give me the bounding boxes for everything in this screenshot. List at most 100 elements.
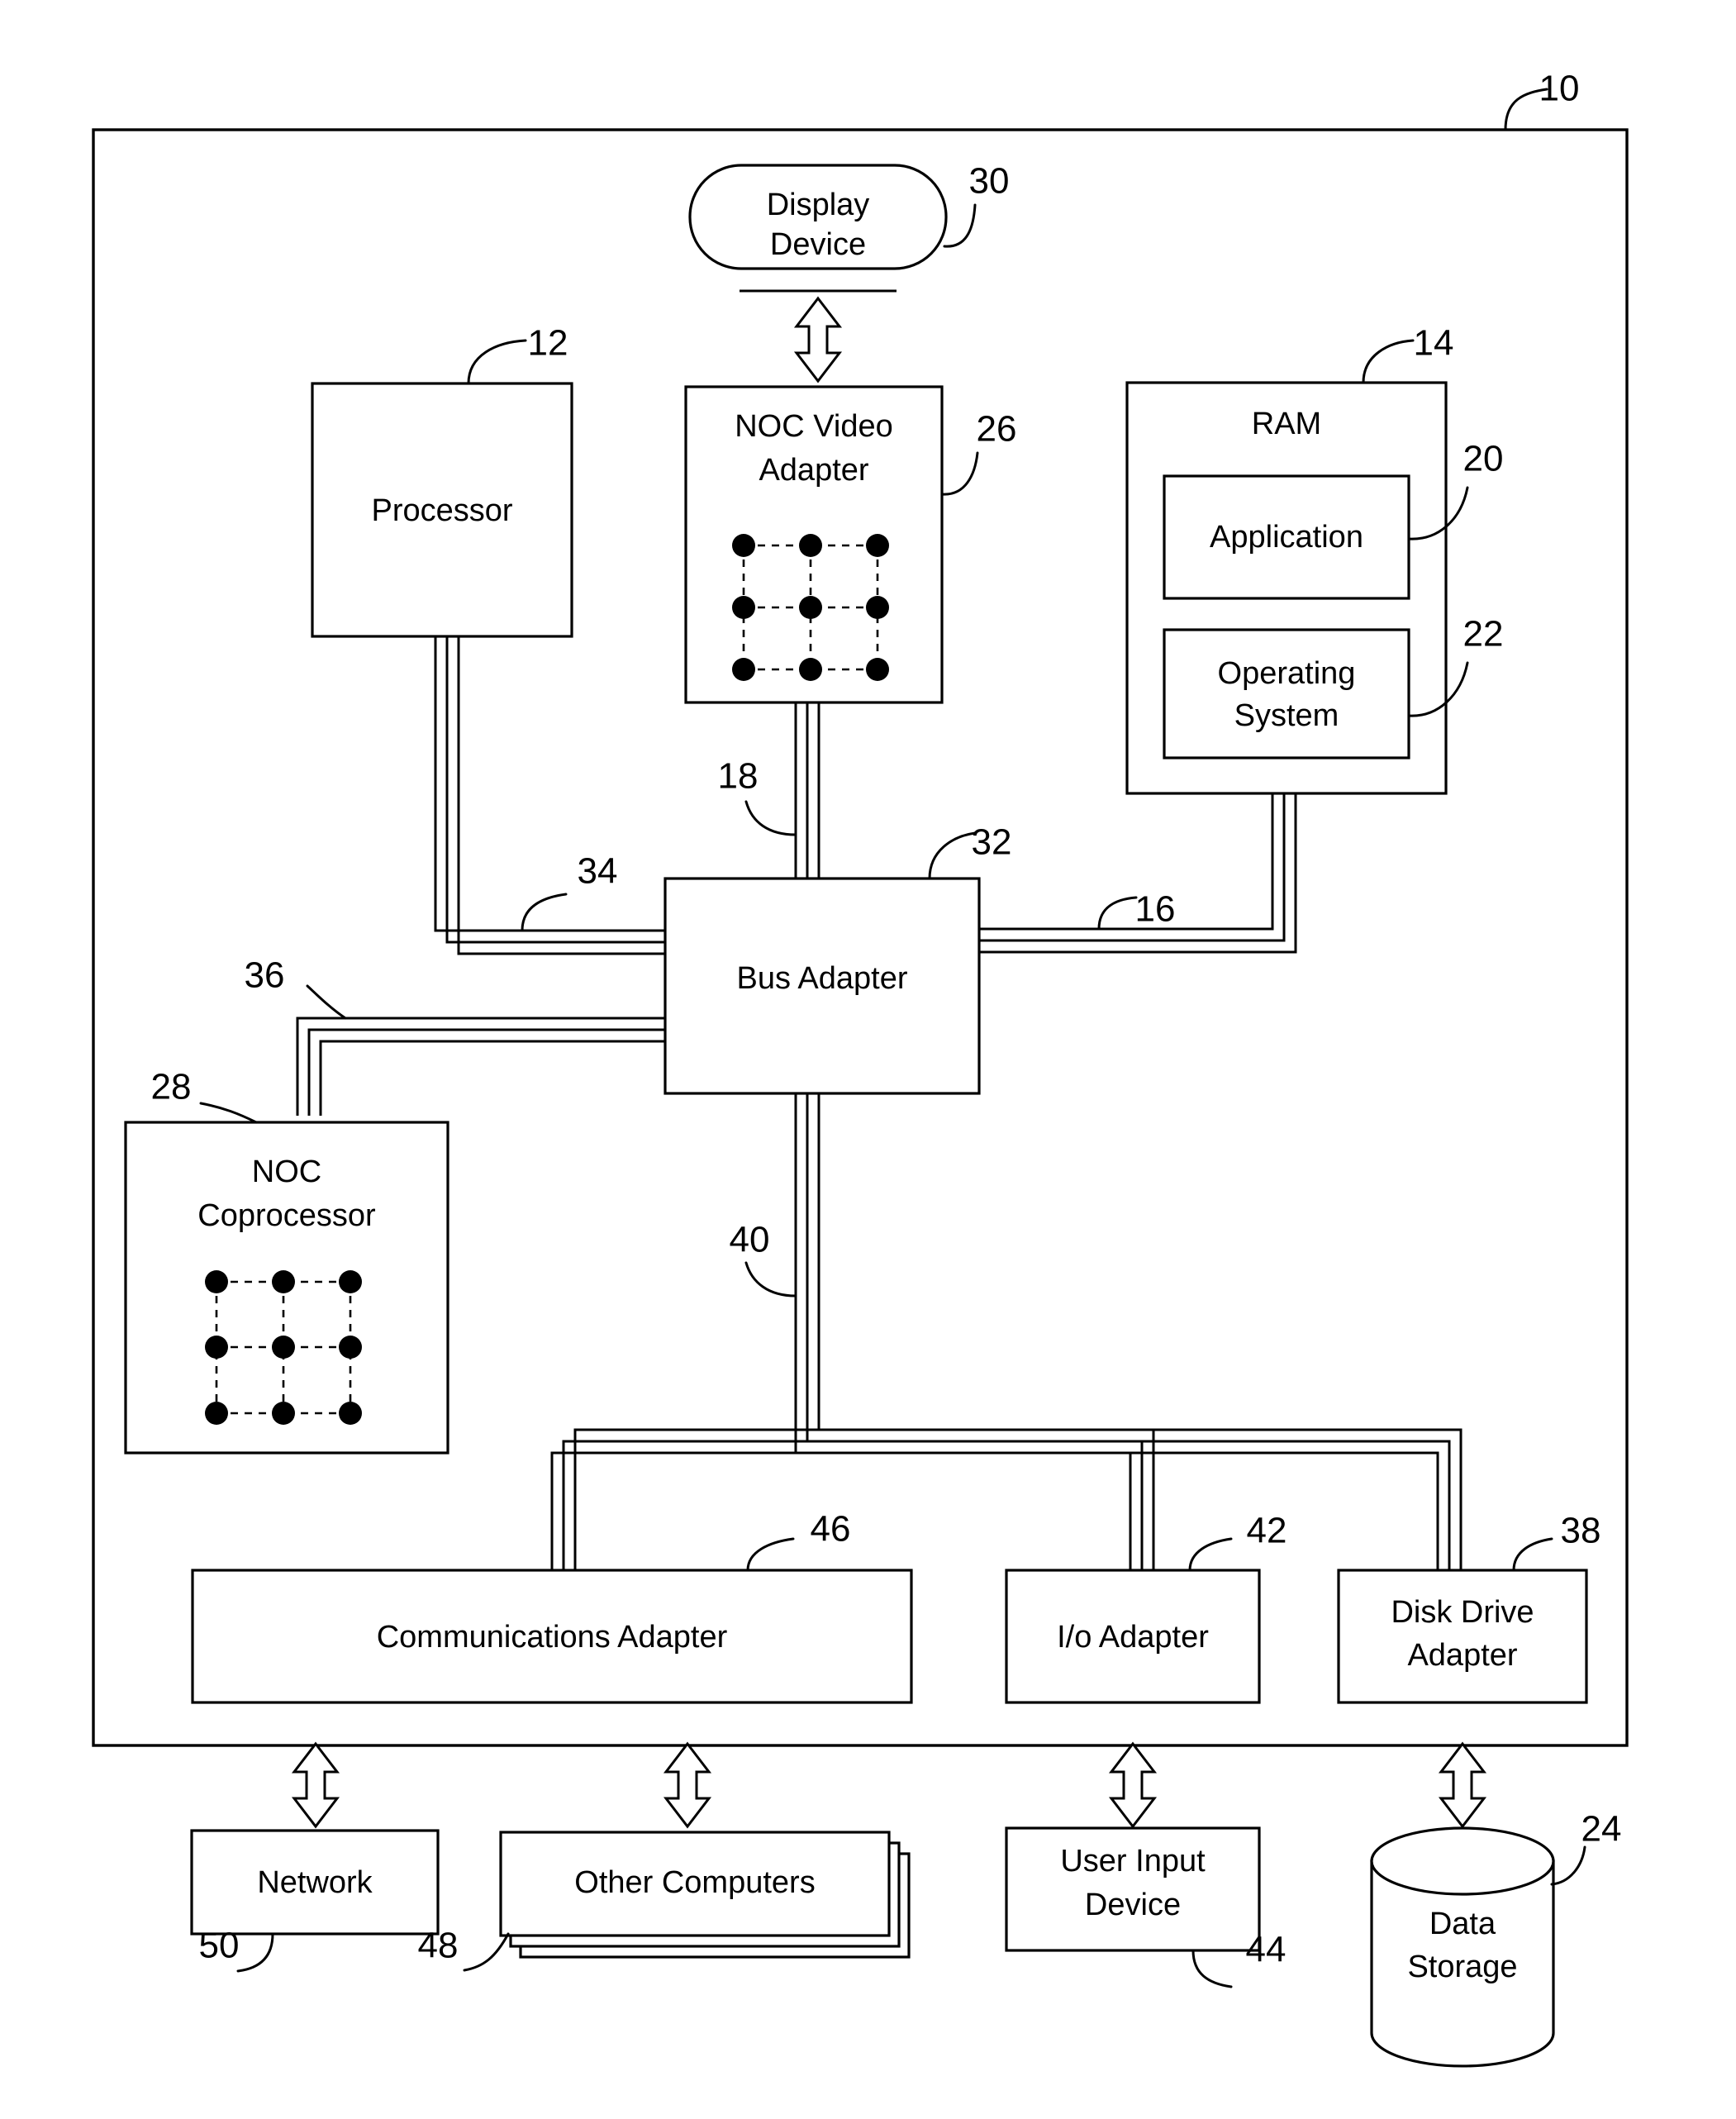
ref-number-48: 48 [418, 1926, 459, 1966]
mesh-node [205, 1336, 228, 1359]
ref-number-22: 22 [1463, 614, 1504, 655]
ref-number-24: 24 [1581, 1809, 1622, 1850]
other-computers-block[interactable]: Other Computers [499, 1831, 911, 1959]
ref-number-18: 32 [972, 822, 1012, 863]
operating-system-label-line2: System [1234, 698, 1339, 733]
application-block[interactable]: Application [1163, 474, 1410, 600]
noc-video-adapter-block[interactable]: NOC Video Adapter [684, 385, 944, 704]
mesh-node [205, 1270, 228, 1293]
ref-number-28: 28 [151, 1067, 192, 1107]
ref-number-14: 14 [1414, 323, 1454, 364]
comms-to-other-computers-arrow [664, 1742, 711, 1828]
ref-number-10: 10 [1539, 69, 1580, 109]
ref-leader-42 [1188, 1537, 1233, 1572]
mesh-node [339, 1336, 362, 1359]
ref-leader-16 [1097, 896, 1138, 931]
network-block[interactable]: Network [190, 1829, 440, 1936]
noc-coprocessor-block[interactable]: NOC Coprocessor [124, 1121, 449, 1455]
ref-number-44: 44 [1246, 1930, 1287, 1970]
mesh-node [866, 534, 889, 557]
bus-adapter-label: Bus Adapter [736, 961, 907, 996]
ref-number-26: 26 [977, 409, 1017, 450]
user-input-device-label-line1: User Input [1060, 1844, 1206, 1879]
ref-number-16: 16 [1135, 889, 1176, 930]
display-to-video-arrow [740, 289, 897, 388]
mesh-node [272, 1402, 295, 1425]
ref-number-46: 46 [811, 1509, 851, 1550]
disk-drive-adapter-label-line2: Adapter [1407, 1638, 1517, 1673]
mesh-node [732, 534, 755, 557]
ref-number-36: 36 [245, 955, 285, 996]
bus-32-video [794, 702, 820, 879]
ref-leader-36 [306, 984, 347, 1020]
block-diagram-svg: 10 Display Device 30 Processor 12 NOC Vi… [92, 69, 1629, 2068]
ref-leader-28 [199, 1102, 258, 1124]
ref-leader-14 [1362, 339, 1415, 384]
mesh-node [732, 596, 755, 619]
disk-drive-adapter-label-line1: Disk Drive [1391, 1595, 1534, 1630]
data-storage-label-line2: Storage [1407, 1950, 1517, 1984]
io-adapter-label: I/o Adapter [1057, 1620, 1209, 1655]
ref-number-12: 12 [528, 323, 568, 364]
mesh-node [866, 658, 889, 681]
ram-label: RAM [1252, 407, 1321, 441]
ref-leader-44 [1191, 1949, 1233, 1988]
processor-block[interactable]: Processor [311, 382, 573, 638]
mesh-node [799, 658, 822, 681]
io-to-user-input-arrow [1110, 1742, 1156, 1828]
data-storage-block[interactable]: Data Storage [1370, 1826, 1555, 2068]
disk-to-data-storage-arrow [1439, 1742, 1486, 1828]
bus-40-expansion [550, 1093, 1463, 1570]
bus-34-processor [434, 636, 665, 955]
processor-label: Processor [371, 493, 512, 528]
ref-number-32: 18 [718, 756, 759, 797]
display-device-label-line2: Device [770, 227, 866, 262]
ram-block[interactable]: RAM Application Operating System [1125, 381, 1448, 795]
mesh-node [272, 1270, 295, 1293]
noc-coprocessor-label-line1: NOC [252, 1155, 321, 1189]
display-device-label-line1: Display [767, 188, 870, 222]
mesh-node [272, 1336, 295, 1359]
mesh-node [799, 596, 822, 619]
ref-leader-48 [463, 1932, 510, 1972]
ref-leader-50 [236, 1932, 274, 1973]
ref-number-40: 40 [730, 1220, 770, 1260]
ref-number-20: 20 [1463, 439, 1504, 479]
comms-to-network-arrow [293, 1742, 339, 1828]
ref-number-30: 30 [969, 161, 1010, 202]
mesh-node [205, 1402, 228, 1425]
ref-number-38: 38 [1561, 1511, 1601, 1551]
ref-number-42: 42 [1247, 1511, 1287, 1551]
data-storage-label-line1: Data [1429, 1907, 1496, 1941]
io-adapter-block[interactable]: I/o Adapter [1005, 1569, 1261, 1704]
ref-leader-46 [746, 1537, 795, 1572]
operating-system-label-line1: Operating [1218, 656, 1356, 691]
other-computers-label: Other Computers [574, 1865, 815, 1900]
user-input-device-label-line2: Device [1085, 1888, 1181, 1922]
bus-36-coprocessor [296, 1017, 665, 1116]
communications-adapter-block[interactable]: Communications Adapter [191, 1569, 913, 1704]
bus-adapter-block[interactable]: Bus Adapter [663, 877, 981, 1095]
patent-figure: 10 Display Device 30 Processor 12 NOC Vi… [0, 0, 1736, 2119]
mesh-node [339, 1270, 362, 1293]
ref-number-50: 50 [199, 1926, 240, 1966]
mesh-node [339, 1402, 362, 1425]
mesh-node [866, 596, 889, 619]
ref-number-34: 34 [578, 851, 618, 892]
mesh-node [732, 658, 755, 681]
noc-video-adapter-label-line2: Adapter [759, 453, 868, 488]
ref-leader-38 [1512, 1537, 1553, 1572]
ref-leader-26 [940, 451, 979, 496]
disk-drive-adapter-block[interactable]: Disk Drive Adapter [1337, 1569, 1588, 1704]
user-input-device-block[interactable]: User Input Device [1005, 1826, 1261, 1952]
ref-leader-30 [943, 203, 977, 248]
ref-leader-24 [1550, 1845, 1586, 1886]
network-label: Network [257, 1865, 373, 1900]
operating-system-block[interactable]: Operating System [1163, 628, 1410, 760]
mesh-node [799, 534, 822, 557]
ref-leader-40 [744, 1261, 797, 1298]
ref-leader-32 [744, 800, 797, 836]
display-device-block[interactable]: Display Device [688, 164, 948, 270]
noc-coprocessor-label-line2: Coprocessor [197, 1198, 376, 1233]
ref-leader-34 [521, 893, 568, 932]
